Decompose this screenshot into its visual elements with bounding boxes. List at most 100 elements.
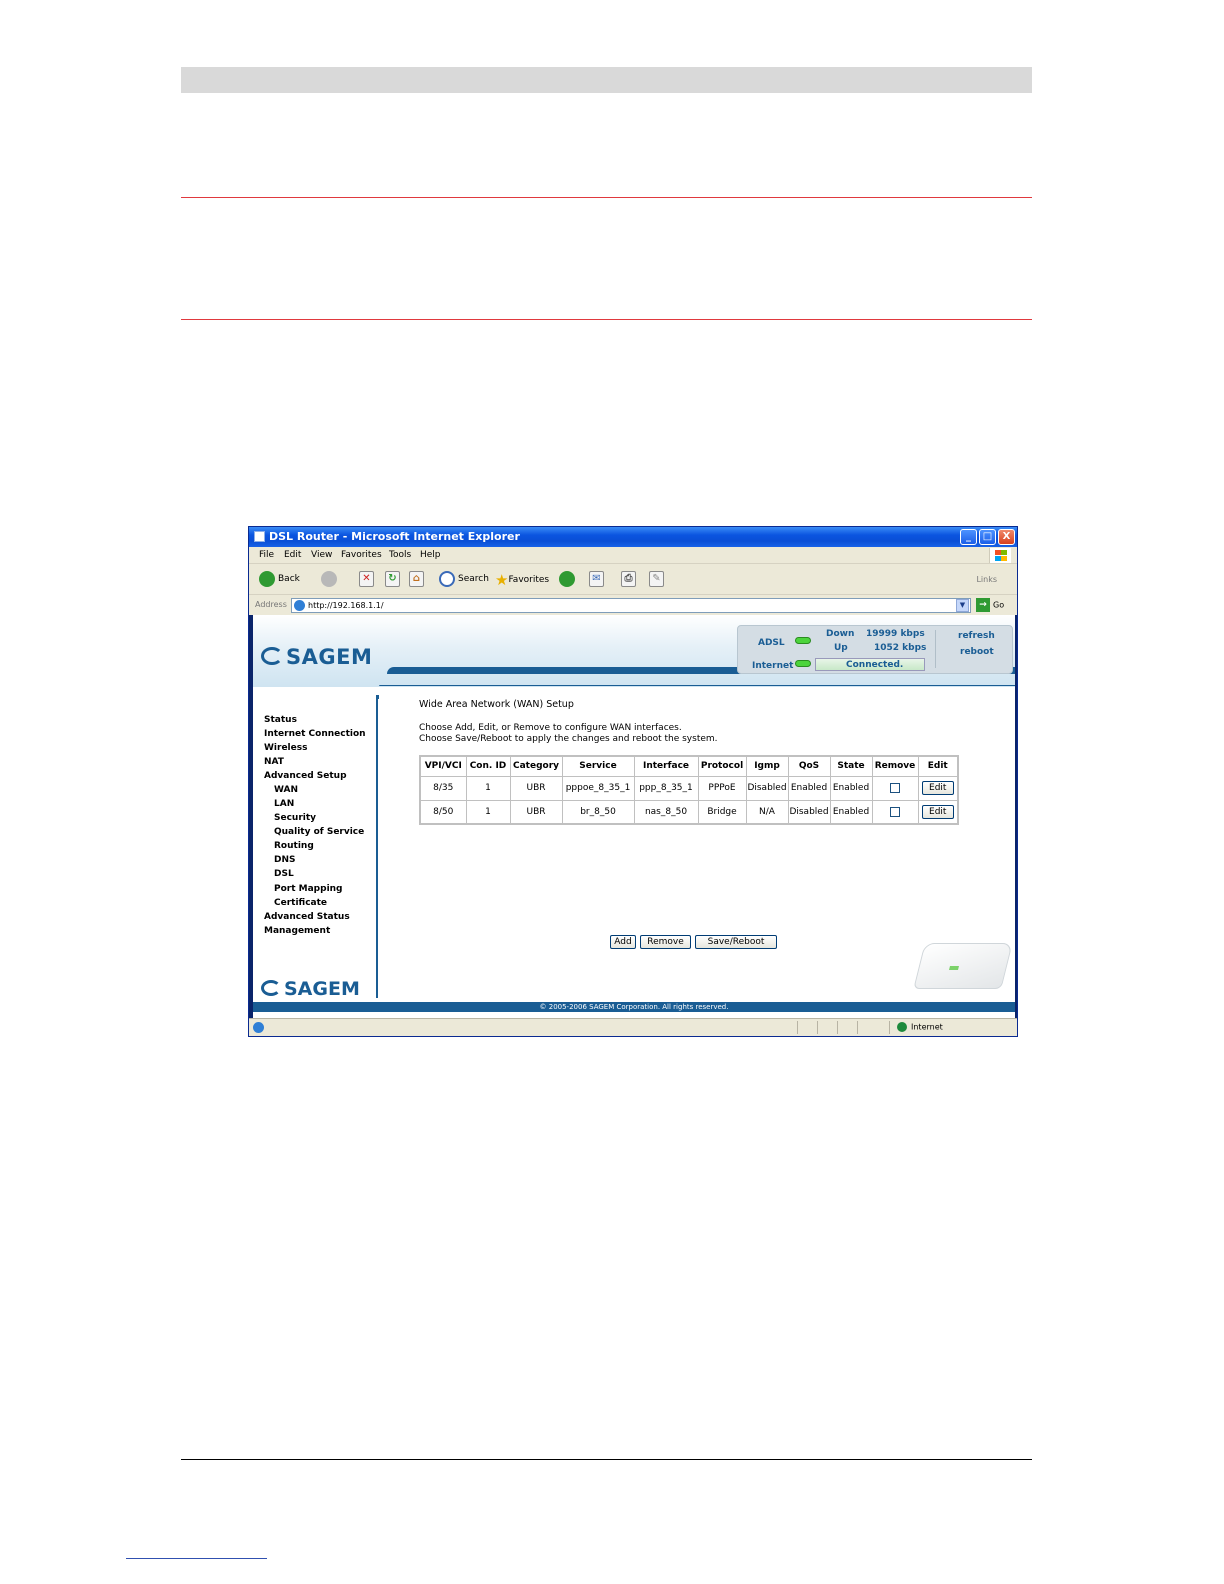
cell-protocol: Bridge [697, 799, 747, 825]
go-button[interactable]: → Go [976, 598, 1004, 612]
nav-dns[interactable]: DNS [274, 855, 296, 865]
column-header: Protocol [697, 755, 747, 777]
column-header: Igmp [745, 755, 789, 777]
minimize-button[interactable]: _ [960, 529, 977, 545]
table-header-row: VPI/VCI Con. ID Category Service Interfa… [419, 755, 959, 777]
nav-wireless[interactable]: Wireless [264, 743, 307, 753]
star-icon: ★ [495, 571, 509, 589]
back-button[interactable]: Back [259, 571, 300, 589]
globe-icon [897, 1022, 907, 1032]
go-arrow-icon: → [976, 598, 990, 612]
nav-advanced-setup[interactable]: Advanced Setup [264, 771, 347, 781]
connection-status: Connected. [846, 660, 904, 670]
remove-checkbox[interactable] [890, 782, 900, 793]
nav-quality-of-service[interactable]: Quality of Service [274, 827, 364, 837]
maximize-button[interactable]: □ [979, 529, 996, 545]
save-reboot-button[interactable]: Save/Reboot [695, 935, 777, 949]
wan-table: VPI/VCI Con. ID Category Service Interfa… [419, 755, 959, 825]
chevron-down-icon[interactable]: ▼ [956, 599, 969, 612]
cell-state: Enabled [829, 799, 873, 825]
remove-button[interactable]: Remove [640, 935, 691, 949]
add-button[interactable]: Add [610, 935, 636, 949]
menu-help[interactable]: Help [420, 550, 441, 560]
table-row: 8/50 1 UBR br_8_50 nas_8_50 Bridge N/A D… [419, 799, 959, 825]
up-rate: 1052 kbps [874, 643, 927, 653]
windows-logo-icon [989, 548, 1011, 563]
nav-port-mapping[interactable]: Port Mapping [274, 884, 343, 894]
menu-tools[interactable]: Tools [389, 550, 411, 560]
print-button[interactable]: ⎙ [621, 571, 636, 589]
window-titlebar: DSL Router - Microsoft Internet Explorer… [249, 527, 1017, 547]
menu-favorites[interactable]: Favorites [341, 550, 382, 560]
edit-button[interactable]: Edit [921, 781, 954, 795]
home-icon: ⌂ [409, 571, 424, 587]
search-label: Search [458, 574, 489, 584]
address-input[interactable]: http://192.168.1.1/ [291, 598, 971, 613]
menu-file[interactable]: File [259, 550, 274, 560]
stop-button[interactable]: ✕ [359, 571, 374, 589]
page-footer: © 2005-2006 SAGEM Corporation. All right… [253, 1002, 1015, 1012]
document-rule [181, 319, 1032, 320]
document-rule [181, 197, 1032, 198]
adsl-led-icon [795, 637, 811, 644]
cell-interface: nas_8_50 [633, 799, 699, 825]
address-label: Address [255, 600, 287, 609]
menu-bar: File Edit View Favorites Tools Help [249, 547, 1017, 564]
search-button[interactable]: Search [439, 571, 489, 589]
menu-edit[interactable]: Edit [284, 550, 301, 560]
cell-con-id: 1 [465, 775, 511, 801]
column-header: VPI/VCI [419, 755, 467, 777]
column-header: Interface [633, 755, 699, 777]
sidebar [253, 695, 378, 998]
instruction-line-2: Choose Save/Reboot to apply the changes … [419, 734, 718, 744]
nav-certificate[interactable]: Certificate [274, 898, 327, 908]
page-title: Wide Area Network (WAN) Setup [419, 699, 574, 710]
home-button[interactable]: ⌂ [409, 571, 424, 589]
down-label: Down [826, 629, 855, 639]
connection-status-panel: ADSL Internet Down 19999 kbps Up 1052 kb… [737, 625, 1013, 674]
close-button[interactable]: X [998, 529, 1015, 545]
nav-nat[interactable]: NAT [264, 757, 284, 767]
cell-vpi-vci: 8/35 [419, 775, 467, 801]
favorites-label: Favorites [508, 575, 550, 585]
nav-lan[interactable]: LAN [274, 799, 294, 809]
cell-remove [871, 775, 919, 801]
nav-status[interactable]: Status [264, 715, 297, 725]
cell-remove [871, 799, 919, 825]
remove-checkbox[interactable] [890, 806, 900, 817]
refresh-button[interactable]: ↻ [385, 571, 400, 589]
edit-button[interactable]: Edit [921, 804, 954, 819]
status-divider [797, 1021, 798, 1034]
mail-button[interactable]: ✉ [589, 571, 604, 589]
column-header: State [829, 755, 873, 777]
security-zone: Internet [897, 1022, 943, 1032]
nav-management[interactable]: Management [264, 926, 330, 936]
internet-led-icon [795, 660, 811, 667]
printer-icon: ⎙ [621, 571, 636, 587]
status-divider [889, 1021, 890, 1034]
nav-wan[interactable]: WAN [274, 785, 298, 795]
forward-button[interactable] [321, 571, 340, 589]
browser-chrome: File Edit View Favorites Tools Help Back… [249, 547, 1017, 615]
links-label[interactable]: Links [976, 575, 997, 584]
nav-routing[interactable]: Routing [274, 841, 314, 851]
window-title: DSL Router - Microsoft Internet Explorer [269, 530, 520, 543]
nav-security[interactable]: Security [274, 813, 316, 823]
history-button[interactable] [559, 571, 578, 589]
browser-window: DSL Router - Microsoft Internet Explorer… [248, 526, 1018, 1037]
favorites-button[interactable]: ★Favorites [495, 571, 549, 589]
edit-page-button[interactable]: ✎ [649, 571, 664, 589]
cell-qos: Enabled [787, 775, 831, 801]
refresh-link[interactable]: refresh [958, 631, 995, 641]
status-divider [857, 1021, 858, 1034]
document-header-bar [181, 67, 1032, 93]
nav-advanced-status[interactable]: Advanced Status [264, 912, 350, 922]
menu-view[interactable]: View [311, 550, 332, 560]
cell-igmp: Disabled [745, 775, 789, 801]
down-rate: 19999 kbps [866, 629, 925, 639]
nav-dsl[interactable]: DSL [274, 869, 294, 879]
reboot-link[interactable]: reboot [960, 647, 994, 657]
cell-igmp: N/A [745, 799, 789, 825]
column-header: QoS [787, 755, 831, 777]
nav-internet-connection[interactable]: Internet Connection [264, 729, 366, 739]
